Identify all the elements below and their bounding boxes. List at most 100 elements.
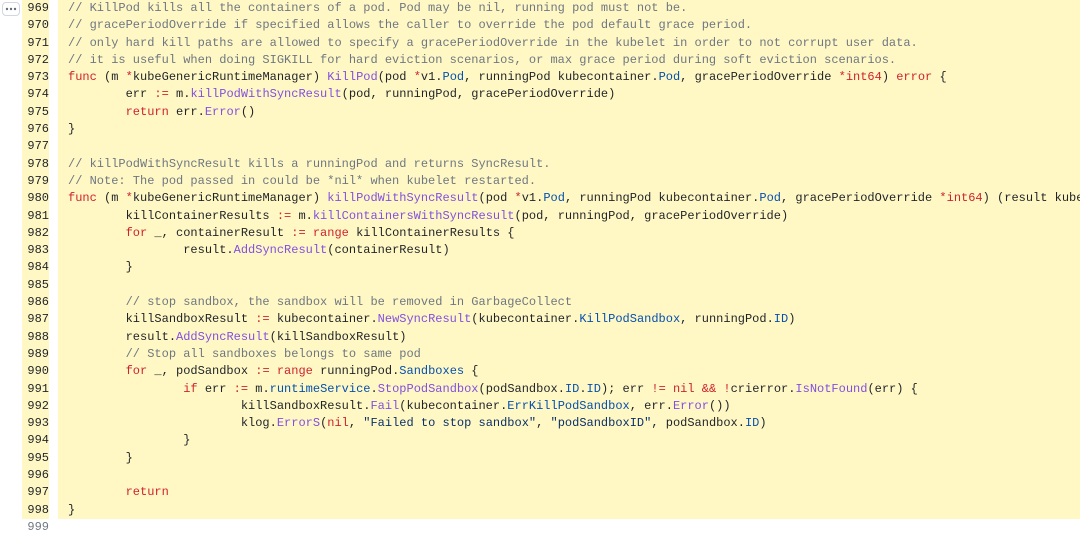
token-fn: AddSyncResult bbox=[234, 243, 328, 257]
token-pl: (podSandbox. bbox=[479, 382, 565, 396]
line-number[interactable]: 987 bbox=[22, 311, 49, 328]
token-fn: killPodWithSyncResult bbox=[327, 191, 478, 205]
token-kw: for bbox=[126, 364, 148, 378]
token-pl: runningPod. bbox=[313, 364, 399, 378]
line-number[interactable]: 979 bbox=[22, 173, 49, 190]
line-number[interactable]: 985 bbox=[22, 277, 49, 294]
token-c: // stop sandbox, the sandbox will be rem… bbox=[126, 295, 572, 309]
line-number[interactable]: 992 bbox=[22, 398, 49, 415]
line-number[interactable]: 974 bbox=[22, 86, 49, 103]
token-pl: v1. bbox=[421, 70, 443, 84]
line-number[interactable]: 995 bbox=[22, 450, 49, 467]
line-number[interactable]: 977 bbox=[22, 138, 49, 155]
token-pl: (pod, runningPod, gracePeriodOverride) bbox=[515, 209, 789, 223]
line-number[interactable]: 973 bbox=[22, 69, 49, 86]
token-pl: err. bbox=[169, 105, 205, 119]
token-pl: kubecontainer. bbox=[270, 312, 378, 326]
token-pl bbox=[666, 382, 673, 396]
token-kw: func bbox=[68, 191, 97, 205]
code-line bbox=[58, 467, 1080, 484]
token-kw: nil bbox=[673, 382, 695, 396]
line-number[interactable]: 969 bbox=[22, 0, 49, 17]
token-pl: (err) { bbox=[867, 382, 917, 396]
token-bl: Pod bbox=[443, 70, 465, 84]
token-pl: m. bbox=[169, 87, 191, 101]
token-kw: func bbox=[68, 70, 97, 84]
token-pl bbox=[68, 295, 126, 309]
token-bl: Sandboxes bbox=[399, 364, 464, 378]
line-number[interactable]: 984 bbox=[22, 259, 49, 276]
line-number[interactable]: 988 bbox=[22, 329, 49, 346]
code-line bbox=[58, 277, 1080, 294]
line-number[interactable]: 980 bbox=[22, 190, 49, 207]
token-pl: , runningPod kubecontainer. bbox=[464, 70, 658, 84]
token-op: * bbox=[126, 191, 133, 205]
token-kw: int64 bbox=[947, 191, 983, 205]
line-number[interactable]: 991 bbox=[22, 381, 49, 398]
line-number[interactable]: 972 bbox=[22, 52, 49, 69]
token-str: "podSandboxID" bbox=[551, 416, 652, 430]
token-pl: , gracePeriodOverride bbox=[680, 70, 838, 84]
line-number[interactable]: 970 bbox=[22, 17, 49, 34]
code-line: } bbox=[58, 450, 1080, 467]
code-line bbox=[58, 138, 1080, 155]
token-pl: (m bbox=[97, 70, 126, 84]
line-number[interactable]: 983 bbox=[22, 242, 49, 259]
token-op: * bbox=[839, 70, 846, 84]
line-number[interactable]: 997 bbox=[22, 484, 49, 501]
line-number[interactable]: 993 bbox=[22, 415, 49, 432]
token-pl: _, containerResult bbox=[147, 226, 291, 240]
token-pl: (killSandboxResult) bbox=[270, 330, 407, 344]
line-number[interactable]: 999 bbox=[22, 519, 49, 536]
token-pl: . bbox=[370, 382, 377, 396]
line-number[interactable]: 994 bbox=[22, 432, 49, 449]
token-bl: runtimeService bbox=[270, 382, 371, 396]
code-line bbox=[58, 519, 1080, 536]
token-pl: ); err bbox=[601, 382, 651, 396]
token-kw: for bbox=[126, 226, 148, 240]
token-pl: (pod, runningPod, gracePeriodOverride) bbox=[342, 87, 616, 101]
line-number[interactable]: 989 bbox=[22, 346, 49, 363]
line-number[interactable]: 998 bbox=[22, 502, 49, 519]
token-pl: , bbox=[536, 416, 550, 430]
token-pl bbox=[68, 226, 126, 240]
line-actions-button[interactable] bbox=[2, 2, 20, 16]
token-pl: (containerResult) bbox=[327, 243, 449, 257]
code-line: return err.Error() bbox=[58, 104, 1080, 121]
line-number[interactable]: 978 bbox=[22, 156, 49, 173]
line-number-gutter: 9699709719729739749759769779789799809819… bbox=[22, 0, 58, 536]
token-fn: IsNotFound bbox=[795, 382, 867, 396]
token-pl: (m bbox=[97, 191, 126, 205]
line-number[interactable]: 975 bbox=[22, 104, 49, 121]
token-op: * bbox=[515, 191, 522, 205]
token-pl: () bbox=[241, 105, 255, 119]
token-kw: int64 bbox=[846, 70, 882, 84]
token-op: ! bbox=[723, 382, 730, 396]
code-line: result.AddSyncResult(containerResult) bbox=[58, 242, 1080, 259]
code-line: // gracePeriodOverride if specified allo… bbox=[58, 17, 1080, 34]
code-line: func (m *kubeGenericRuntimeManager) kill… bbox=[58, 190, 1080, 207]
line-number[interactable]: 990 bbox=[22, 363, 49, 380]
code-line: err := m.killPodWithSyncResult(pod, runn… bbox=[58, 86, 1080, 103]
token-pl: err bbox=[68, 87, 154, 101]
token-bl: ID bbox=[745, 416, 759, 430]
line-number[interactable]: 971 bbox=[22, 35, 49, 52]
line-number[interactable]: 982 bbox=[22, 225, 49, 242]
line-number[interactable]: 996 bbox=[22, 467, 49, 484]
line-number[interactable]: 986 bbox=[22, 294, 49, 311]
code-content[interactable]: // KillPod kills all the containers of a… bbox=[58, 0, 1080, 536]
token-pl: ) bbox=[759, 416, 766, 430]
token-pl bbox=[695, 382, 702, 396]
token-op: * bbox=[414, 70, 421, 84]
ellipsis-icon bbox=[5, 7, 17, 11]
token-op: := bbox=[277, 209, 291, 223]
line-number[interactable]: 981 bbox=[22, 208, 49, 225]
token-pl: , runningPod. bbox=[680, 312, 774, 326]
token-pl: klog. bbox=[68, 416, 277, 430]
token-kw: return bbox=[126, 485, 169, 499]
code-line: if err := m.runtimeService.StopPodSandbo… bbox=[58, 381, 1080, 398]
token-pl: . bbox=[579, 382, 586, 396]
action-gutter bbox=[0, 0, 22, 536]
line-number[interactable]: 976 bbox=[22, 121, 49, 138]
code-line: killSandboxResult := kubecontainer.NewSy… bbox=[58, 311, 1080, 328]
